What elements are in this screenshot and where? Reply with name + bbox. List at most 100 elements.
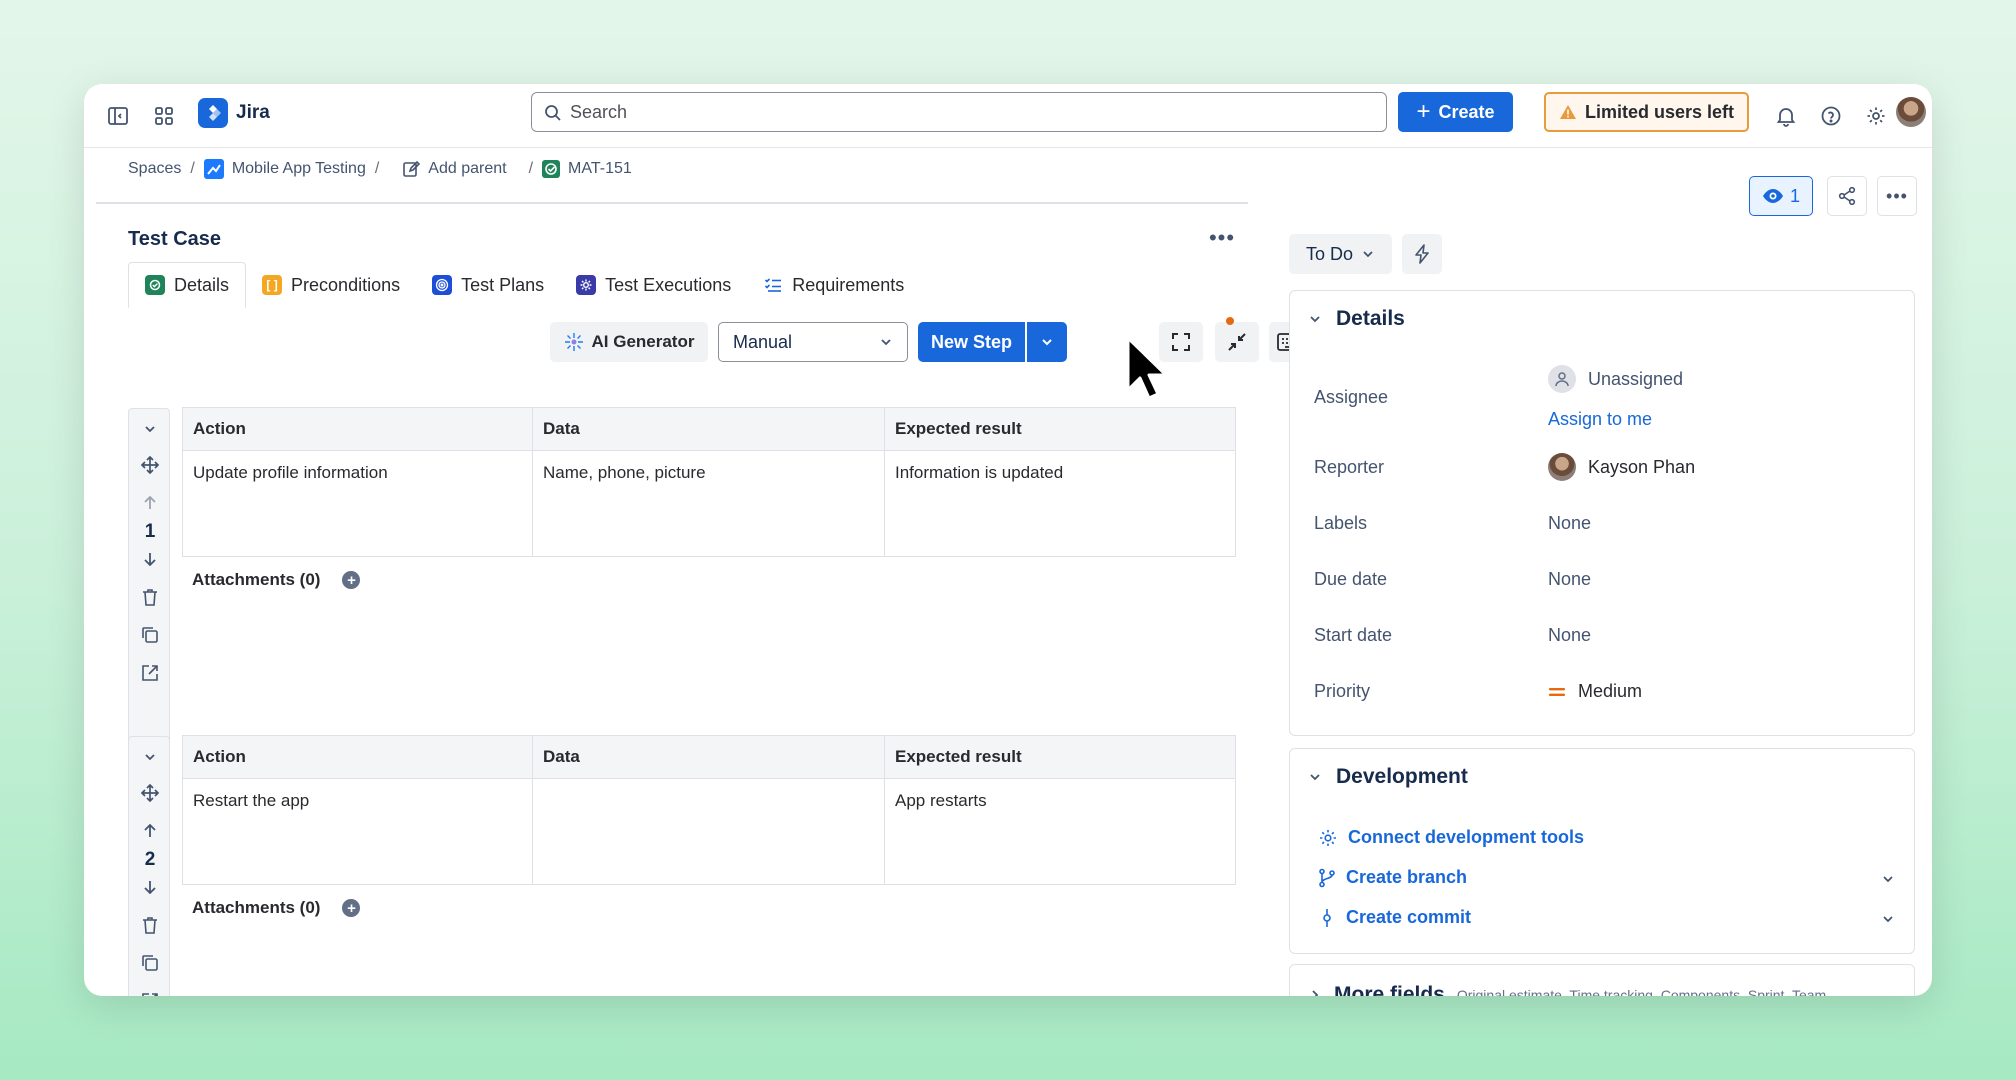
lightning-bolt-icon (1414, 244, 1430, 264)
step-table: Action Data Expected result Restart the … (182, 735, 1236, 885)
app-name[interactable]: Jira (236, 102, 270, 124)
chevron-down-icon[interactable] (1878, 909, 1898, 929)
status-dropdown[interactable]: To Do (1289, 234, 1392, 274)
open-external-icon[interactable] (140, 991, 160, 996)
new-step-dropdown[interactable] (1027, 322, 1067, 362)
more-options-button[interactable]: ••• (1877, 176, 1917, 216)
assignee-value[interactable]: Unassigned (1548, 365, 1683, 393)
duplicate-copy-icon[interactable] (140, 953, 160, 973)
warning-icon (1559, 104, 1577, 120)
tab-test-plans[interactable]: Test Plans (416, 262, 560, 308)
priority-value[interactable]: Medium (1548, 681, 1642, 702)
app-switcher-icon[interactable] (150, 102, 178, 130)
tab-details[interactable]: Details (128, 262, 247, 308)
breadcrumb-spaces[interactable]: Spaces (128, 160, 181, 178)
attachments-label: Attachments (0) (192, 570, 321, 589)
more-fields-panel[interactable]: More fields Original estimate, Time trac… (1289, 964, 1915, 996)
details-header[interactable]: Details (1308, 307, 1405, 331)
step-action-cell[interactable]: Restart the app (182, 778, 533, 885)
add-parent-label: Add parent (428, 160, 507, 177)
attachments-label: Attachments (0) (192, 898, 321, 917)
jira-logo-icon[interactable] (198, 98, 228, 128)
delete-trash-icon[interactable] (140, 915, 160, 935)
drag-move-icon[interactable] (140, 455, 160, 475)
mouse-cursor-icon (1126, 336, 1168, 400)
move-down-icon[interactable] (140, 877, 160, 897)
limited-label: Limited users left (1584, 101, 1735, 122)
reporter-label: Reporter (1314, 457, 1385, 477)
details-panel: Details Assignee Unassigned Assign to me… (1289, 290, 1915, 736)
create-branch-link[interactable]: Create branch (1318, 867, 1467, 888)
development-header[interactable]: Development (1308, 765, 1468, 789)
issue-tabs: Details [ ] Preconditions Test Plans Tes… (128, 262, 920, 308)
more-icon: ••• (1886, 185, 1908, 206)
branch-icon (1318, 868, 1336, 888)
step-table: Action Data Expected result Update profi… (182, 407, 1236, 557)
notifications-bell-icon[interactable] (1772, 102, 1800, 130)
collapse-button[interactable] (1215, 322, 1259, 362)
delete-trash-icon[interactable] (140, 587, 160, 607)
limited-users-button[interactable]: Limited users left (1544, 92, 1749, 132)
tab-label: Preconditions (291, 274, 401, 295)
drag-move-icon[interactable] (140, 783, 160, 803)
chevron-down-icon (1361, 247, 1375, 261)
preconditions-icon: [ ] (262, 275, 283, 295)
add-attachment-icon[interactable]: + (342, 571, 361, 589)
search-input[interactable] (570, 97, 1370, 127)
due-date-label: Due date (1314, 569, 1388, 589)
step-action-cell[interactable]: Update profile information (182, 450, 533, 557)
priority-text: Medium (1578, 681, 1643, 701)
more-actions-icon[interactable]: ••• (1206, 225, 1238, 250)
due-date-value[interactable]: None (1548, 569, 1591, 590)
ai-generator-button[interactable]: AI Generator (550, 322, 708, 362)
chevron-down-icon[interactable] (140, 747, 160, 767)
move-down-icon[interactable] (140, 549, 160, 569)
automation-button[interactable] (1402, 234, 1442, 274)
more-fields-header[interactable]: More fields Original estimate, Time trac… (1308, 983, 1826, 996)
start-date-value[interactable]: None (1548, 625, 1591, 646)
add-parent-link[interactable]: Add parent (402, 160, 507, 178)
data-header: Data (532, 735, 885, 779)
open-external-icon[interactable] (140, 663, 160, 683)
share-button[interactable] (1827, 176, 1867, 216)
labels-value[interactable]: None (1548, 513, 1591, 534)
chevron-down-icon (1308, 312, 1322, 326)
chevron-down-icon[interactable] (1878, 869, 1898, 889)
priority-label: Priority (1314, 681, 1371, 701)
step-expected-cell[interactable]: Information is updated (884, 450, 1236, 557)
watch-button[interactable]: 1 (1749, 176, 1813, 216)
move-up-icon[interactable] (140, 493, 160, 513)
settings-gear-icon[interactable] (1862, 102, 1890, 130)
step-data-cell[interactable] (532, 778, 885, 885)
test-type-select[interactable]: Manual (718, 322, 908, 362)
create-button[interactable]: + Create (1398, 92, 1513, 132)
breadcrumb-project[interactable]: Mobile App Testing (203, 159, 366, 179)
test-plan-target-icon (432, 275, 453, 295)
labels-label: Labels (1314, 513, 1368, 533)
breadcrumb-issue-key[interactable]: MAT-151 (542, 160, 632, 178)
create-commit-link[interactable]: Create commit (1318, 907, 1471, 928)
chevron-down-icon[interactable] (140, 419, 160, 439)
tab-label: Details (174, 274, 230, 295)
help-icon[interactable] (1817, 102, 1845, 130)
tab-test-executions[interactable]: Test Executions (560, 262, 747, 308)
assign-to-me-link[interactable]: Assign to me (1548, 409, 1652, 430)
duplicate-copy-icon[interactable] (140, 625, 160, 645)
tab-requirements[interactable]: Requirements (747, 262, 920, 308)
connect-dev-tools-link[interactable]: Connect development tools (1318, 827, 1584, 848)
search-box[interactable] (531, 92, 1387, 132)
tab-preconditions[interactable]: [ ] Preconditions (246, 262, 416, 308)
add-attachment-icon[interactable]: + (342, 899, 361, 917)
step-rail: 2 (128, 736, 170, 996)
sidebar-toggle-icon[interactable] (104, 102, 132, 130)
step-rail: 1 (128, 408, 170, 774)
expected-header: Expected result (884, 407, 1236, 451)
more-fields-hint: Original estimate, Time tracking, Compon… (1456, 987, 1827, 996)
reporter-value[interactable]: Kayson Phan (1548, 453, 1695, 481)
new-step-button[interactable]: New Step (918, 322, 1025, 362)
step-expected-cell[interactable]: App restarts (884, 778, 1236, 885)
user-avatar[interactable] (1896, 97, 1926, 127)
step-data-cell[interactable]: Name, phone, picture (532, 450, 885, 557)
move-up-icon[interactable] (140, 821, 160, 841)
issue-key: MAT-151 (568, 160, 632, 177)
